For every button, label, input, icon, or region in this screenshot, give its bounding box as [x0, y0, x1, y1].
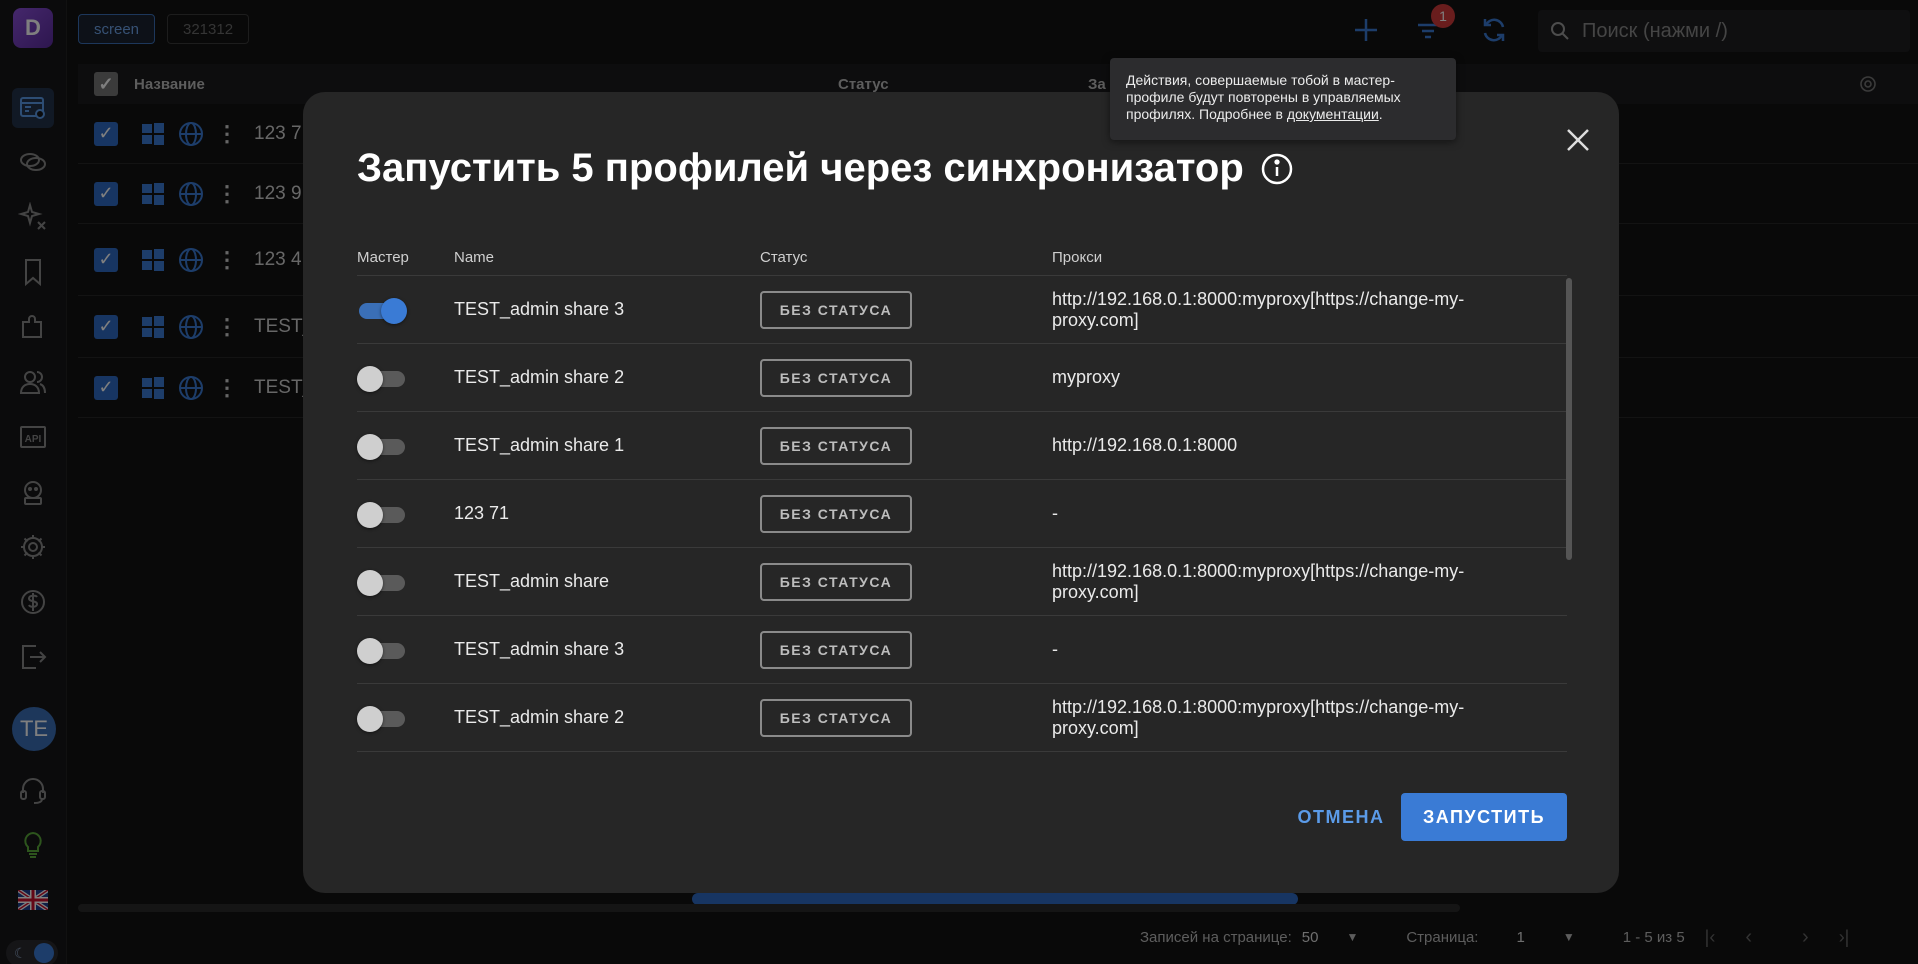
table-row: TEST_admin share БЕЗ СТАТУСА http://192.…: [357, 548, 1567, 616]
profile-name: TEST_admin share 2: [454, 707, 625, 727]
tooltip-suffix: .: [1378, 106, 1383, 122]
table-row: TEST_admin share 1 БЕЗ СТАТУСА http://19…: [357, 412, 1567, 480]
table-row: TEST_admin share 3 БЕЗ СТАТУСА -: [357, 616, 1567, 684]
master-toggle[interactable]: [357, 567, 409, 597]
dialog-title: Запустить 5 профилей через синхронизатор: [357, 146, 1294, 191]
close-button[interactable]: [1562, 124, 1594, 156]
profile-name: 123 71: [454, 503, 510, 523]
status-badge: БЕЗ СТАТУСА: [760, 494, 912, 533]
vertical-scrollbar[interactable]: [1566, 278, 1572, 560]
status-badge: БЕЗ СТАТУСА: [760, 698, 912, 737]
master-toggle[interactable]: [357, 635, 409, 665]
proxy-value: -: [1052, 503, 1058, 523]
dialog-title-text: Запустить 5 профилей через синхронизатор: [357, 146, 1244, 190]
profile-name: TEST_admin share 3: [454, 639, 625, 659]
profile-name: TEST_admin share 3: [454, 299, 625, 319]
proxy-value: myproxy: [1052, 367, 1121, 387]
table-row: 123 71 БЕЗ СТАТУСА -: [357, 480, 1567, 548]
close-icon: [1567, 129, 1589, 151]
status-badge: БЕЗ СТАТУСА: [760, 426, 912, 465]
column-master-header: Мастер: [357, 249, 409, 266]
table-header: Мастер Name Статус Прокси: [357, 240, 1567, 276]
status-badge: БЕЗ СТАТУСА: [760, 630, 912, 669]
sync-profiles-table: Мастер Name Статус Прокси TEST_admin sha…: [357, 240, 1567, 752]
table-row: TEST_admin share 2 БЕЗ СТАТУСА myproxy: [357, 344, 1567, 412]
launch-button[interactable]: ЗАПУСТИТЬ: [1401, 793, 1567, 841]
sync-launch-dialog: Запустить 5 профилей через синхронизатор…: [303, 92, 1619, 893]
info-tooltip: Действия, совершаемые тобой в мастер-про…: [1110, 58, 1456, 140]
profile-name: TEST_admin share 2: [454, 367, 625, 387]
documentation-link[interactable]: документации: [1287, 106, 1379, 122]
table-row: TEST_admin share 2 БЕЗ СТАТУСА http://19…: [357, 684, 1567, 752]
proxy-value: http://192.168.0.1:8000:myproxy[https://…: [1052, 696, 1465, 738]
table-row: TEST_admin share 3 БЕЗ СТАТУСА http://19…: [357, 276, 1567, 344]
master-toggle[interactable]: [357, 363, 409, 393]
profile-name: TEST_admin share 1: [454, 435, 625, 455]
status-badge: БЕЗ СТАТУСА: [760, 358, 912, 397]
cancel-button[interactable]: ОТМЕНА: [1271, 793, 1411, 841]
proxy-value: http://192.168.0.1:8000: [1052, 435, 1238, 455]
status-badge: БЕЗ СТАТУСА: [760, 562, 912, 601]
proxy-value: -: [1052, 639, 1058, 659]
status-badge: БЕЗ СТАТУСА: [760, 290, 912, 329]
info-icon[interactable]: [1260, 152, 1294, 186]
proxy-value: http://192.168.0.1:8000:myproxy[https://…: [1052, 288, 1465, 330]
column-name-header: Name: [454, 249, 495, 266]
column-status-header: Статус: [760, 249, 808, 266]
master-toggle[interactable]: [357, 703, 409, 733]
proxy-value: http://192.168.0.1:8000:myproxy[https://…: [1052, 560, 1465, 602]
profile-name: TEST_admin share: [454, 571, 610, 591]
master-toggle[interactable]: [357, 499, 409, 529]
column-proxy-header: Прокси: [1052, 249, 1103, 266]
master-toggle[interactable]: [357, 431, 409, 461]
master-toggle[interactable]: [357, 295, 409, 325]
